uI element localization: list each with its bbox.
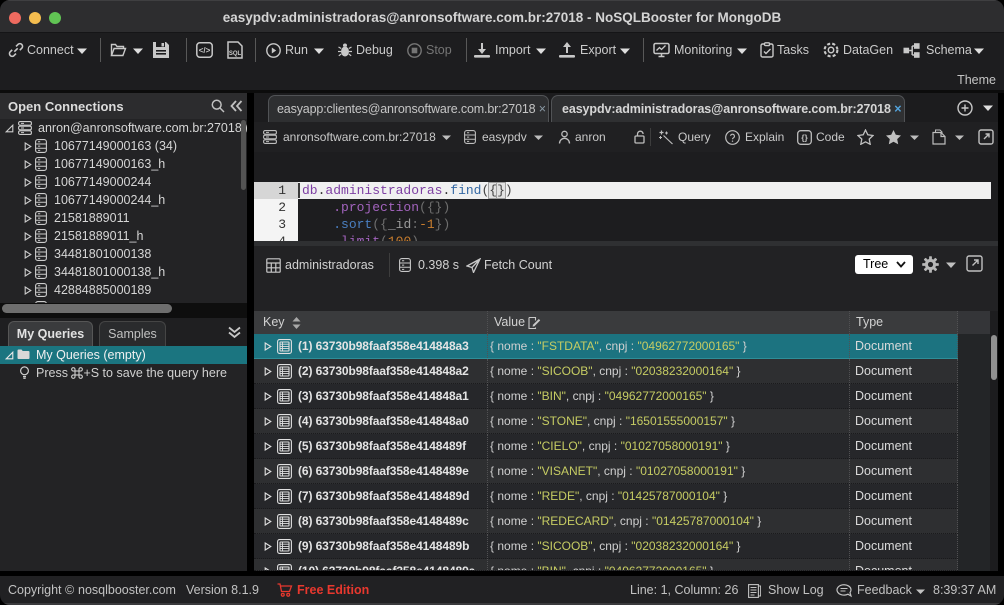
svg-text:SQL: SQL [229,51,242,57]
svg-text:{}: {} [801,133,808,143]
svg-text:</>: </> [199,46,211,55]
